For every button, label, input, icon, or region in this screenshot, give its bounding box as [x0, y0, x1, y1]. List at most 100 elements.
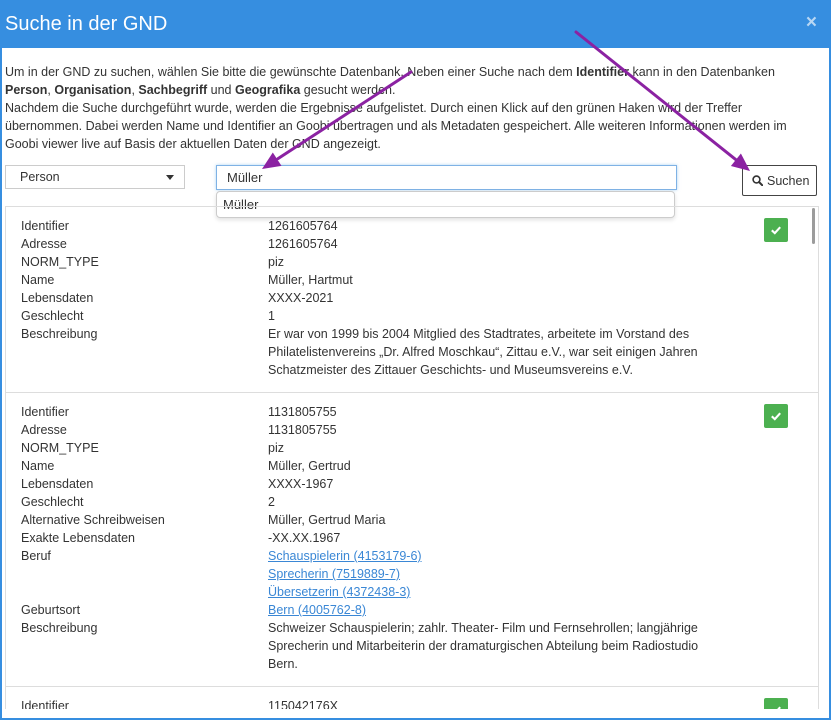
- scrollbar-thumb[interactable]: [812, 208, 815, 244]
- intro-text-segment: und: [207, 83, 235, 97]
- result-item: Identifier 1261605764 Adresse 1261605764 NOR…: [6, 207, 818, 393]
- field-value: piz: [268, 255, 284, 269]
- search-icon: [752, 175, 763, 186]
- field-values: piz: [268, 253, 284, 271]
- field-values: Schweizer Schauspielerin; zahlr. Theater…: [268, 619, 698, 673]
- field-value: Er war von 1999 bis 2004 Mitglied des St…: [268, 327, 690, 341]
- field-value: Schatzmeister des Zittauer Geschichts- u…: [268, 363, 633, 377]
- field-values: Müller, Gertrud: [268, 457, 351, 475]
- field-values: Er war von 1999 bis 2004 Mitglied des St…: [268, 325, 698, 379]
- field-label: Name: [21, 273, 55, 287]
- field-row: Lebensdaten XXXX-1967: [21, 475, 818, 493]
- intro-text: Um in der GND zu suchen, wählen Sie bitt…: [5, 63, 787, 153]
- field-value: Bern.: [268, 657, 298, 671]
- field-values: 115042176X: [268, 697, 338, 709]
- field-row: NORM_TYPE piz: [21, 253, 818, 271]
- field-row: Beschreibung Schweizer Schauspielerin; za…: [21, 619, 818, 673]
- field-label: NORM_TYPE: [21, 255, 99, 269]
- field-values: 1261605764: [268, 235, 338, 253]
- field-label: Lebensdaten: [21, 477, 94, 491]
- field-row: Adresse 1261605764: [21, 235, 818, 253]
- field-values: piz: [268, 439, 284, 457]
- field-label: Exakte Lebensdaten: [21, 531, 135, 545]
- close-button[interactable]: ×: [806, 13, 817, 33]
- field-label: Beschreibung: [21, 327, 98, 341]
- field-values: -XX.XX.1967: [268, 529, 340, 547]
- field-values: XXXX-1967: [268, 475, 333, 493]
- field-link[interactable]: Schauspielerin (4153179-6): [268, 547, 422, 565]
- accept-result-button[interactable]: [764, 404, 788, 428]
- field-row: Identifier 1131805755: [21, 403, 818, 421]
- database-select[interactable]: Person: [5, 165, 185, 189]
- field-row: Identifier 1261605764: [21, 217, 818, 235]
- intro-text-segment: gesucht werden.: [300, 83, 396, 97]
- field-label: Beschreibung: [21, 621, 98, 635]
- field-label: NORM_TYPE: [21, 441, 99, 455]
- search-button[interactable]: Suchen: [742, 165, 817, 196]
- field-values: XXXX-2021: [268, 289, 333, 307]
- field-row: Lebensdaten XXXX-2021: [21, 289, 818, 307]
- field-values: 1261605764: [268, 217, 338, 235]
- field-values: Müller, Gertrud Maria: [268, 511, 385, 529]
- intro-keyword: Identifier: [576, 65, 629, 79]
- field-value: 1131805755: [268, 423, 337, 437]
- intro-text-segment: übernommen. Dabei werden Name und Identi…: [5, 119, 787, 133]
- intro-keyword: Organisation: [54, 83, 132, 97]
- intro-line: Person, Organisation, Sachbegriff und Ge…: [5, 81, 787, 99]
- field-label: Adresse: [21, 237, 67, 251]
- field-values: 1131805755: [268, 403, 337, 421]
- field-link[interactable]: Sprecherin (7519889-7): [268, 565, 422, 583]
- intro-line: Goobi viewer live auf Basis der aktuelle…: [5, 135, 787, 153]
- field-label: Name: [21, 459, 55, 473]
- field-label: Lebensdaten: [21, 291, 94, 305]
- field-value: Müller, Gertrud Maria: [268, 513, 386, 527]
- intro-keyword: Geografika: [234, 83, 301, 97]
- field-row: Name Müller, Hartmut: [21, 271, 818, 289]
- field-values: 1: [268, 307, 275, 325]
- field-link[interactable]: Übersetzerin (4372438-3): [268, 583, 422, 601]
- field-value: piz: [268, 441, 284, 455]
- field-row: Identifier 115042176X: [21, 697, 818, 709]
- field-row: Beruf Schauspielerin (4153179-6) Sprecheri…: [21, 547, 818, 601]
- field-link[interactable]: Bern (4005762-8): [268, 601, 366, 619]
- intro-line: übernommen. Dabei werden Name und Identi…: [5, 117, 787, 135]
- result-item: Identifier 115042176X: [6, 687, 818, 709]
- field-value: Schweizer Schauspielerin; zahlr. Theater…: [268, 621, 698, 635]
- check-icon: [777, 706, 781, 709]
- field-values: 1131805755: [268, 421, 337, 439]
- field-value: 2: [268, 495, 275, 509]
- intro-line: Nachdem die Suche durchgeführt wurde, we…: [5, 99, 787, 117]
- field-value: 115042176X: [268, 699, 338, 709]
- intro-text-segment: Goobi viewer live auf Basis der aktuelle…: [5, 137, 381, 151]
- field-value: 1131805755: [268, 405, 337, 419]
- field-values: 2: [268, 493, 275, 511]
- field-row: Beschreibung Er war von 1999 bis 2004 Mit…: [21, 325, 818, 379]
- field-value: -XX.XX.1967: [268, 531, 341, 545]
- intro-line: Um in der GND zu suchen, wählen Sie bitt…: [5, 63, 787, 81]
- result-item: Identifier 1131805755 Adresse 1131805755 NOR…: [6, 393, 818, 687]
- field-label: Geschlecht: [21, 495, 84, 509]
- caret-down-icon: [166, 175, 174, 180]
- field-values: Schauspielerin (4153179-6) Sprecherin (75…: [268, 547, 422, 601]
- field-label: Alternative Schreibweisen: [21, 513, 165, 527]
- field-row: Geschlecht 2: [21, 493, 818, 511]
- field-value: 1261605764: [268, 237, 338, 251]
- check-icon: [771, 226, 781, 235]
- search-input[interactable]: [216, 165, 677, 190]
- accept-result-button[interactable]: [764, 218, 788, 242]
- field-label: Identifier: [21, 405, 69, 419]
- field-value: XXXX-1967: [268, 477, 334, 491]
- field-label: Identifier: [21, 219, 69, 233]
- database-select-value: Person: [20, 170, 60, 184]
- field-value: Philatelistenvereins „Dr. Alfred Moschka…: [268, 345, 698, 359]
- search-button-label: Suchen: [767, 173, 810, 188]
- field-row: Geschlecht 1: [21, 307, 818, 325]
- accept-result-button[interactable]: [764, 698, 788, 709]
- field-label: Adresse: [21, 423, 67, 437]
- field-value: Müller, Hartmut: [268, 273, 353, 287]
- intro-text-segment: kann in den Datenbanken: [628, 65, 775, 79]
- check-icon: [771, 412, 781, 421]
- field-values: Bern (4005762-8): [268, 601, 366, 619]
- dialog-header: Suche in der GND ×: [0, 0, 831, 48]
- field-label: Geschlecht: [21, 309, 84, 323]
